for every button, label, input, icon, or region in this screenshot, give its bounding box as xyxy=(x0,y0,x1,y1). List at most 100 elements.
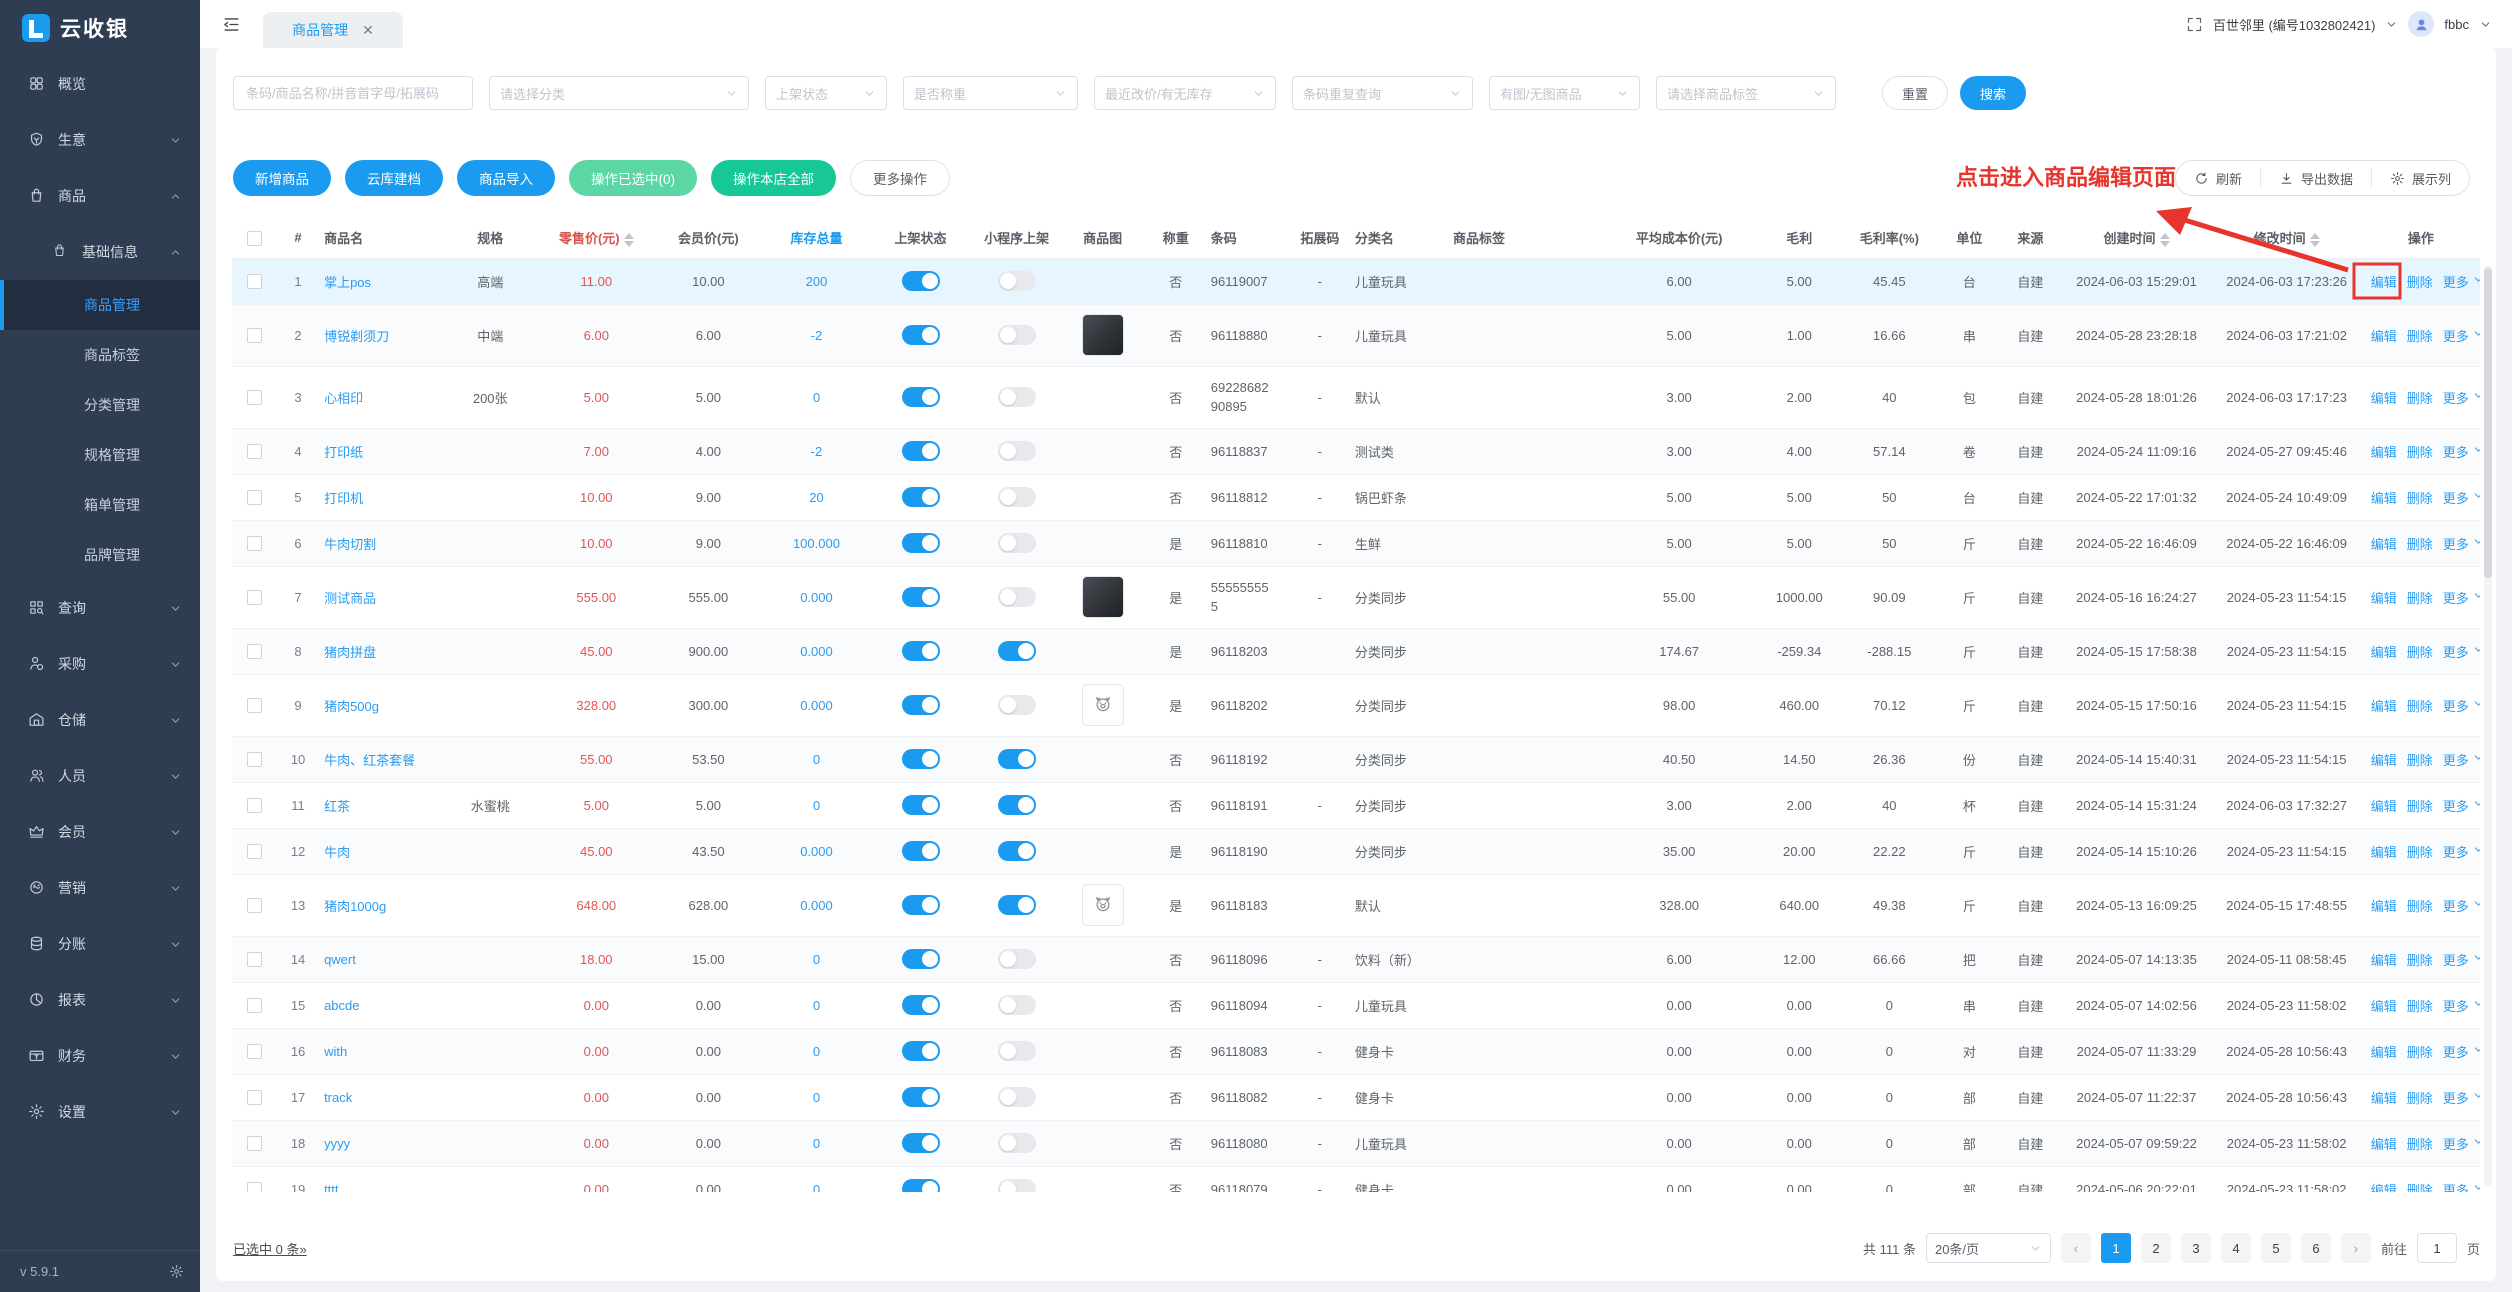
more-link[interactable]: 更多 xyxy=(2443,445,2480,460)
delete-link[interactable]: 删除 xyxy=(2407,953,2433,968)
filter-select-请选择分类[interactable]: 请选择分类 xyxy=(489,76,749,110)
more-link[interactable]: 更多 xyxy=(2443,491,2480,506)
delete-link[interactable]: 删除 xyxy=(2407,329,2433,344)
mini-program-toggle[interactable] xyxy=(998,1133,1036,1153)
sidebar-item-营销[interactable]: 营销 xyxy=(0,860,200,916)
row-checkbox[interactable] xyxy=(247,998,262,1013)
delete-link[interactable]: 删除 xyxy=(2407,591,2433,606)
more-link[interactable]: 更多 xyxy=(2443,999,2480,1014)
display-columns-button[interactable]: 展示列 xyxy=(2371,168,2469,188)
product-name-link[interactable]: 牛肉切割 xyxy=(324,537,376,552)
delete-link[interactable]: 删除 xyxy=(2407,391,2433,406)
on-shelf-toggle[interactable] xyxy=(902,995,940,1015)
mini-program-toggle[interactable] xyxy=(998,271,1036,291)
sort-icon[interactable] xyxy=(2160,233,2170,247)
row-checkbox[interactable] xyxy=(247,698,262,713)
sidebar-item-商品标签[interactable]: 商品标签 xyxy=(0,330,200,380)
stock-link[interactable]: 100.000 xyxy=(793,536,840,551)
delete-link[interactable]: 删除 xyxy=(2407,537,2433,552)
on-shelf-toggle[interactable] xyxy=(902,387,940,407)
product-name-link[interactable]: 牛肉 xyxy=(324,845,350,860)
mini-program-toggle[interactable] xyxy=(998,995,1036,1015)
mini-program-toggle[interactable] xyxy=(998,587,1036,607)
more-link[interactable]: 更多 xyxy=(2443,591,2480,606)
more-link[interactable]: 更多 xyxy=(2443,537,2480,552)
mini-program-toggle[interactable] xyxy=(998,387,1036,407)
edit-link[interactable]: 编辑 xyxy=(2371,899,2397,914)
on-shelf-toggle[interactable] xyxy=(902,1041,940,1061)
on-shelf-toggle[interactable] xyxy=(902,441,940,461)
more-link[interactable]: 更多 xyxy=(2443,645,2480,660)
on-shelf-toggle[interactable] xyxy=(902,641,940,661)
more-link[interactable]: 更多 xyxy=(2443,799,2480,814)
sidebar-item-设置[interactable]: 设置 xyxy=(0,1084,200,1140)
row-checkbox[interactable] xyxy=(247,752,262,767)
stock-link[interactable]: 0 xyxy=(813,998,820,1013)
stock-link[interactable]: -2 xyxy=(811,328,823,343)
sidebar-item-生意[interactable]: 生意 xyxy=(0,112,200,168)
sidebar-item-查询[interactable]: 查询 xyxy=(0,580,200,636)
more-link[interactable]: 更多 xyxy=(2443,329,2480,344)
mini-program-toggle[interactable] xyxy=(998,1179,1036,1192)
product-name-link[interactable]: 心相印 xyxy=(324,391,363,406)
product-name-link[interactable]: 打印纸 xyxy=(324,445,363,460)
row-checkbox[interactable] xyxy=(247,1044,262,1059)
mini-program-toggle[interactable] xyxy=(998,695,1036,715)
delete-link[interactable]: 删除 xyxy=(2407,1091,2433,1106)
sidebar-item-分类管理[interactable]: 分类管理 xyxy=(0,380,200,430)
user-chevron-down-icon[interactable] xyxy=(2479,18,2492,31)
sidebar-item-分账[interactable]: 分账 xyxy=(0,916,200,972)
product-name-link[interactable]: 红茶 xyxy=(324,799,350,814)
stock-link[interactable]: 0 xyxy=(813,798,820,813)
row-checkbox[interactable] xyxy=(247,798,262,813)
product-name-link[interactable]: abcde xyxy=(324,998,359,1013)
on-shelf-toggle[interactable] xyxy=(902,749,940,769)
filter-select-请选择商品标签[interactable]: 请选择商品标签 xyxy=(1656,76,1836,110)
more-link[interactable]: 更多 xyxy=(2443,1091,2480,1106)
mini-program-toggle[interactable] xyxy=(998,841,1036,861)
on-shelf-toggle[interactable] xyxy=(902,795,940,815)
stock-link[interactable]: 0 xyxy=(813,1044,820,1059)
more-link[interactable]: 更多 xyxy=(2443,845,2480,860)
more-link[interactable]: 更多 xyxy=(2443,1183,2480,1193)
column-header-修改时间[interactable]: 修改时间 xyxy=(2212,218,2362,258)
delete-link[interactable]: 删除 xyxy=(2407,491,2433,506)
more-link[interactable]: 更多 xyxy=(2443,953,2480,968)
sidebar-settings-gear-icon[interactable] xyxy=(169,1264,184,1279)
edit-link[interactable]: 编辑 xyxy=(2371,1091,2397,1106)
stock-link[interactable]: 0 xyxy=(813,952,820,967)
sidebar-item-概览[interactable]: 概览 xyxy=(0,56,200,112)
mini-program-toggle[interactable] xyxy=(998,749,1036,769)
on-shelf-toggle[interactable] xyxy=(902,949,940,969)
sidebar-item-仓储[interactable]: 仓储 xyxy=(0,692,200,748)
more-link[interactable]: 更多 xyxy=(2443,1045,2480,1060)
delete-link[interactable]: 删除 xyxy=(2407,799,2433,814)
on-shelf-toggle[interactable] xyxy=(902,895,940,915)
refresh-button[interactable]: 刷新 xyxy=(2176,168,2260,188)
edit-link[interactable]: 编辑 xyxy=(2371,537,2397,552)
edit-link[interactable]: 编辑 xyxy=(2371,799,2397,814)
next-page-button[interactable]: › xyxy=(2341,1233,2371,1263)
mini-program-toggle[interactable] xyxy=(998,325,1036,345)
product-image[interactable] xyxy=(1082,314,1124,356)
mini-program-toggle[interactable] xyxy=(998,795,1036,815)
export-data-button[interactable]: 导出数据 xyxy=(2260,168,2371,188)
toolbar-button-商品导入[interactable]: 商品导入 xyxy=(457,160,555,196)
filter-select-有图/无图商品[interactable]: 有图/无图商品 xyxy=(1489,76,1640,110)
product-image[interactable] xyxy=(1082,884,1124,926)
stock-link[interactable]: 200 xyxy=(806,274,828,289)
page-button-2[interactable]: 2 xyxy=(2141,1233,2171,1263)
filter-select-上架状态[interactable]: 上架状态 xyxy=(765,76,887,110)
page-button-4[interactable]: 4 xyxy=(2221,1233,2251,1263)
page-size-select[interactable]: 20条/页 xyxy=(1926,1233,2051,1263)
row-checkbox[interactable] xyxy=(247,644,262,659)
toolbar-button-新增商品[interactable]: 新增商品 xyxy=(233,160,331,196)
edit-link[interactable]: 编辑 xyxy=(2371,329,2397,344)
edit-link[interactable]: 编辑 xyxy=(2371,491,2397,506)
stock-link[interactable]: 0.000 xyxy=(800,644,833,659)
toolbar-button-操作本店全部[interactable]: 操作本店全部 xyxy=(711,160,836,196)
row-checkbox[interactable] xyxy=(247,1136,262,1151)
on-shelf-toggle[interactable] xyxy=(902,1087,940,1107)
delete-link[interactable]: 删除 xyxy=(2407,275,2433,290)
prev-page-button[interactable]: ‹ xyxy=(2061,1233,2091,1263)
